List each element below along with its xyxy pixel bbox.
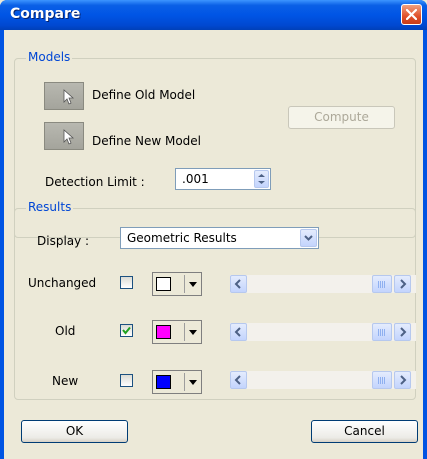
detection-limit-label: Detection Limit :	[45, 175, 145, 189]
close-icon	[406, 9, 417, 20]
chevron-left-icon	[234, 375, 241, 385]
unchanged-slider[interactable]	[230, 275, 416, 293]
slider-thumb[interactable]	[372, 275, 392, 293]
scroll-left-button[interactable]	[230, 323, 247, 341]
close-button[interactable]	[401, 4, 422, 25]
new-color-button[interactable]	[152, 370, 202, 394]
old-slider[interactable]	[230, 323, 416, 341]
compare-dialog: Compare Models Define Old Model Define N…	[0, 0, 427, 459]
dropdown-arrow-icon	[189, 380, 197, 385]
scroll-right-button[interactable]	[394, 323, 411, 341]
results-legend: Results	[26, 200, 74, 214]
new-color-swatch	[156, 375, 171, 389]
unchanged-label: Unchanged	[28, 276, 97, 290]
chevron-right-icon	[400, 375, 407, 385]
unchanged-color-swatch	[156, 277, 171, 291]
display-label: Display :	[37, 234, 90, 248]
scroll-left-button[interactable]	[230, 371, 247, 389]
dropdown-arrow-icon	[189, 330, 197, 335]
color-separator	[184, 373, 185, 391]
color-separator	[184, 275, 185, 293]
define-old-model-label: Define Old Model	[92, 88, 196, 102]
display-value: Geometric Results	[127, 231, 237, 245]
display-dropdown-button[interactable]	[300, 229, 317, 247]
ok-button[interactable]: OK	[21, 420, 128, 443]
checkmark-icon	[122, 326, 131, 335]
new-slider[interactable]	[230, 371, 416, 389]
define-old-model-button[interactable]	[44, 82, 84, 110]
dropdown-arrow-icon	[189, 282, 197, 287]
new-checkbox[interactable]	[120, 374, 133, 387]
define-new-model-button[interactable]	[44, 122, 84, 150]
detection-limit-spinner[interactable]: .001	[175, 168, 271, 190]
unchanged-checkbox[interactable]	[120, 276, 133, 289]
color-separator	[184, 323, 185, 341]
dialog-body: Models Define Old Model Define New Model…	[4, 30, 423, 459]
compute-button[interactable]: Compute	[288, 106, 395, 129]
cancel-button[interactable]: Cancel	[311, 420, 418, 443]
chevron-down-icon	[304, 235, 313, 241]
chevron-right-icon	[400, 327, 407, 337]
chevron-left-icon	[234, 327, 241, 337]
window-title: Compare	[10, 6, 81, 22]
chevron-left-icon	[234, 279, 241, 289]
detection-limit-value: .001	[182, 172, 209, 186]
cursor-icon	[63, 89, 75, 105]
display-select[interactable]: Geometric Results	[120, 227, 319, 249]
scroll-right-button[interactable]	[394, 371, 411, 389]
old-color-button[interactable]	[152, 320, 202, 344]
models-legend: Models	[26, 50, 73, 64]
scroll-right-button[interactable]	[394, 275, 411, 293]
grip-icon	[378, 377, 386, 384]
unchanged-color-button[interactable]	[152, 272, 202, 296]
old-checkbox[interactable]	[120, 324, 133, 337]
new-label: New	[52, 374, 79, 388]
grip-icon	[378, 281, 386, 288]
slider-thumb[interactable]	[372, 371, 392, 389]
chevron-right-icon	[400, 279, 407, 289]
spinner-arrows[interactable]	[254, 170, 269, 188]
cursor-icon	[63, 129, 75, 145]
old-label: Old	[55, 324, 76, 338]
scroll-left-button[interactable]	[230, 275, 247, 293]
define-new-model-label: Define New Model	[92, 134, 202, 148]
old-color-swatch	[156, 325, 171, 339]
title-bar[interactable]: Compare	[0, 0, 427, 30]
slider-thumb[interactable]	[372, 323, 392, 341]
spin-arrows-icon	[258, 174, 265, 184]
grip-icon	[378, 329, 386, 336]
